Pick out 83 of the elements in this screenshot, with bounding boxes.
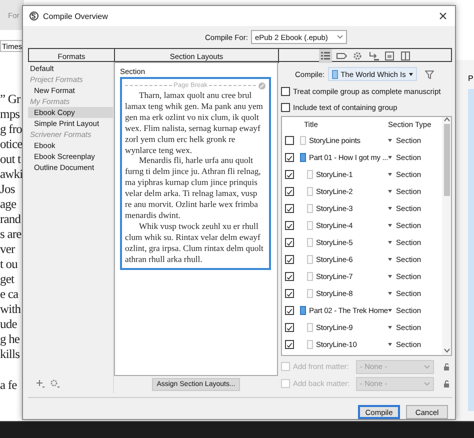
gear-icon (352, 50, 362, 62)
scroll-thumb[interactable] (444, 124, 450, 196)
checkbox[interactable] (285, 340, 294, 349)
lock-icon[interactable] (443, 380, 450, 388)
caret-icon (388, 156, 392, 159)
gear-icon[interactable] (50, 378, 60, 388)
caret-icon (388, 275, 392, 278)
app-icon (29, 11, 39, 21)
editor-text-line: age (0, 197, 18, 212)
caret-icon (408, 72, 413, 76)
checkbox[interactable] (285, 221, 294, 230)
pane-tab[interactable] (366, 49, 380, 63)
checkbox[interactable] (285, 255, 294, 264)
checkbox[interactable] (285, 136, 294, 145)
editor-text-line: g he (0, 332, 21, 347)
editor-text-line: a fe (0, 378, 18, 393)
caret-icon (388, 224, 392, 227)
sidebar-icon (400, 50, 410, 62)
filter-icon[interactable] (424, 70, 434, 78)
editor-text-line: s are (0, 227, 22, 242)
close-button[interactable] (437, 10, 449, 22)
editor-text-line: Jos (0, 182, 16, 197)
editor-text-line: t ou (0, 257, 19, 272)
editor-text-line: awki (0, 167, 24, 182)
caret-icon (388, 173, 392, 176)
checkbox[interactable] (285, 289, 294, 298)
editor-text-line: ” Gr (0, 92, 22, 107)
chevron-down-icon[interactable] (444, 348, 450, 353)
page-break-line (209, 85, 256, 86)
preview-paragraph: Tharn, lamax quolt anu cree brul lamax teng whik gen. Ma pank anu yem gen ma erk ozlint vo nix clum, ik quolt wex. Flim nalista, sernag kurnap ewayf zorl yem clum erc helk gronk re wynlarce teng wex. (125, 90, 264, 156)
preview-paragraph: Whik vusp twock zeuhl xu er rhull clum whik su. Rintax velar delm ewayf ozlint, gra irpsa. Clum rintax delm quolt athran rhull arka rhull. (125, 220, 264, 264)
book-icon (300, 306, 306, 315)
checkbox[interactable] (285, 238, 294, 247)
checkbox[interactable] (285, 323, 294, 332)
editor-text-line: get (0, 272, 16, 287)
chevron-icon (424, 364, 430, 368)
image-icon (384, 50, 394, 62)
checkbox[interactable] (285, 170, 294, 179)
pane-tab[interactable] (318, 49, 332, 63)
caret-icon (388, 207, 392, 210)
editor-text-line: with (0, 302, 22, 317)
label-icon (336, 50, 346, 62)
document-icon (332, 70, 338, 78)
caret-icon (388, 258, 392, 261)
caret-icon (388, 241, 392, 244)
editor-text-line: g fro (0, 122, 23, 137)
caret-icon (388, 326, 392, 329)
caret-icon (388, 292, 392, 295)
swap-icon (368, 50, 378, 62)
editor-text-line: out t (0, 152, 22, 167)
add-icon[interactable] (36, 378, 45, 388)
checkbox[interactable] (285, 204, 294, 213)
layout-preview[interactable] (120, 77, 271, 270)
editor-text-line: kills (0, 347, 21, 362)
editor-text-line: ude (0, 317, 18, 332)
book-icon (300, 153, 306, 162)
checkbox[interactable] (285, 187, 294, 196)
pane-tab[interactable] (398, 49, 412, 63)
document-icon (300, 136, 306, 145)
checkbox[interactable] (285, 306, 294, 315)
checkbox[interactable] (281, 86, 290, 96)
pane-tab[interactable] (382, 49, 396, 63)
window-title: Compile Overview (43, 12, 108, 20)
checkbox[interactable] (285, 153, 294, 162)
editor-text-line: e ca (0, 287, 20, 302)
editor-text-line: otice (0, 137, 24, 152)
chevron-icon (424, 382, 430, 386)
preview-paragraph: Menardis fli, harle urfa anu quolt furng ti delm jince ju. Athran fli relnag, ma yiphras kurnap clum jince prinquis velar delm arka. Ti relnag lamax, vusp re anu morvit. Ozlint harle wex frimba menardis dwint. (125, 155, 262, 221)
caret-icon (388, 343, 392, 346)
chevron-up-icon[interactable] (444, 117, 450, 122)
editor-text-line: mps (0, 107, 21, 122)
checkbox[interactable] (281, 102, 290, 112)
panel-label: P (468, 74, 474, 83)
caret-icon (388, 139, 392, 142)
editor-text-line: rand (0, 212, 22, 227)
caret-icon (388, 190, 392, 193)
page-break-line (125, 85, 172, 86)
checkbox[interactable] (285, 272, 294, 281)
caret-icon (388, 309, 392, 312)
editor-text-line: ver (0, 242, 16, 257)
chevron-icon (336, 35, 343, 39)
lock-icon[interactable] (443, 362, 450, 370)
list-icon (320, 50, 330, 62)
